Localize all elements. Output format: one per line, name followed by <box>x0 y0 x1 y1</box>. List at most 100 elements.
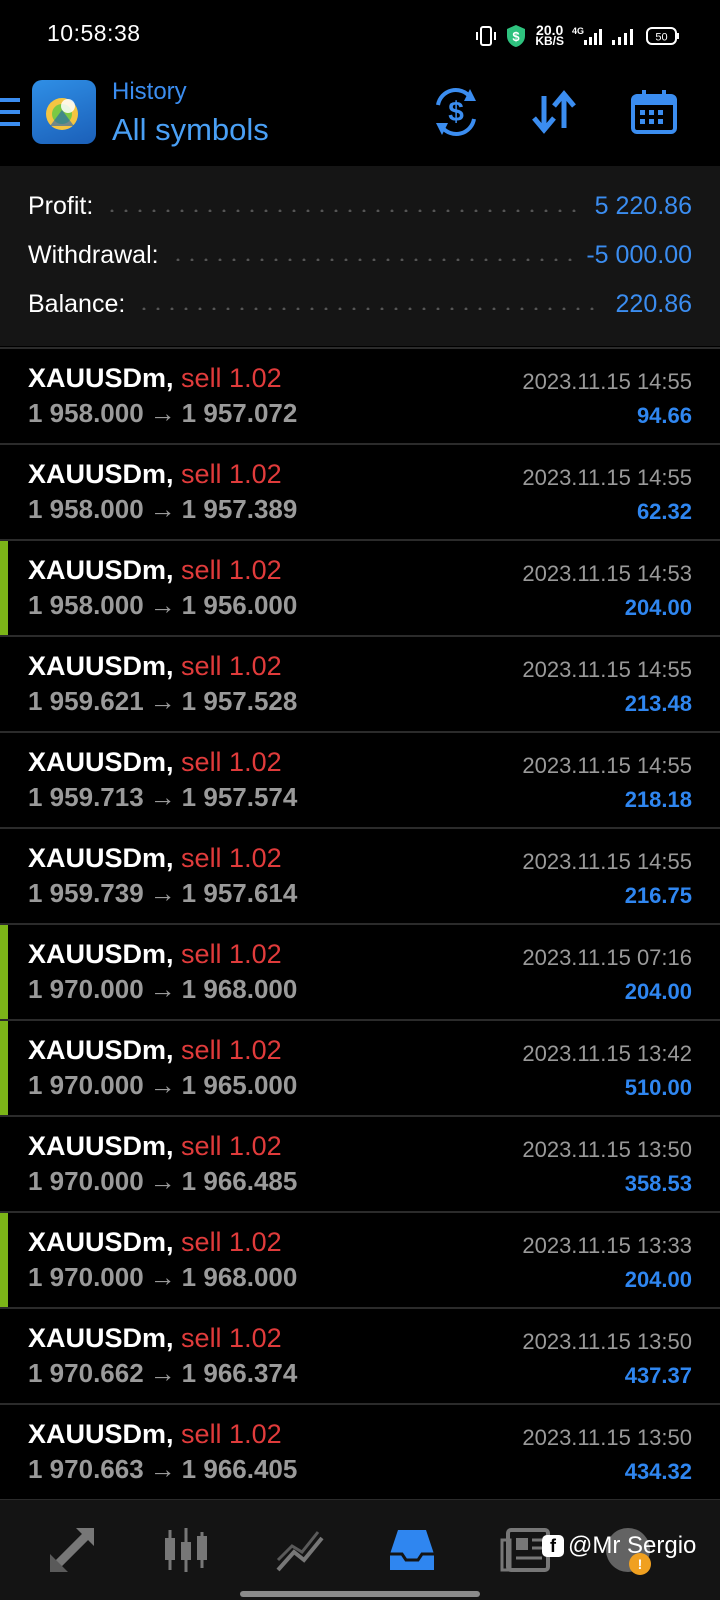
deal-profit: 204.00 <box>624 979 692 1004</box>
deal-symbol-line: XAUUSDm, sell 1.02 <box>28 1035 282 1066</box>
currency-exchange-icon[interactable]: $ <box>428 84 484 140</box>
arrow-right-icon: → <box>149 398 176 428</box>
deal-open-price: 1 970.662 <box>28 1358 144 1388</box>
deal-time: 2023.11.15 14:55 <box>522 753 692 778</box>
deal-close-price: 1 966.485 <box>181 1166 298 1196</box>
deal-open-price: 1 959.713 <box>28 782 144 812</box>
deal-symbol: XAUUSDm, <box>28 363 174 393</box>
deal-action: sell 1.02 <box>181 747 282 777</box>
deal-profit: 94.66 <box>636 403 692 428</box>
dotted-leader <box>137 306 604 310</box>
deal-close-price: 1 966.405 <box>181 1454 298 1484</box>
deal-row[interactable]: XAUUSDm, sell 1.02 1 958.000 → 1 957.072 202… <box>0 349 720 445</box>
deal-profit: 358.53 <box>624 1171 692 1196</box>
summary-withdrawal-value: -5 000.00 <box>586 240 692 269</box>
deal-action: sell 1.02 <box>181 459 282 489</box>
deal-profit: 62.32 <box>636 499 692 524</box>
svg-text:$: $ <box>448 96 464 127</box>
battery-icon: 50 <box>646 27 679 45</box>
deal-profit: 204.00 <box>624 1267 692 1292</box>
deal-prices: 1 970.662 → 1 966.374 <box>28 1358 297 1389</box>
trade-icon[interactable] <box>270 1520 330 1580</box>
deal-open-price: 1 959.621 <box>28 686 144 716</box>
deal-profit: 510.00 <box>624 1075 692 1100</box>
deal-symbol: XAUUSDm, <box>28 1131 174 1161</box>
deal-row[interactable]: XAUUSDm, sell 1.02 1 959.739 → 1 957.614 202… <box>0 829 720 925</box>
deal-row[interactable]: XAUUSDm, sell 1.02 1 959.621 → 1 957.528 202… <box>0 637 720 733</box>
deal-close-price: 1 957.389 <box>181 494 298 524</box>
deal-symbol-line: XAUUSDm, sell 1.02 <box>28 459 282 490</box>
deal-row[interactable]: XAUUSDm, sell 1.02 1 970.663 → 1 966.405 202… <box>0 1405 720 1500</box>
deal-symbol: XAUUSDm, <box>28 1323 174 1353</box>
summary-withdrawal-row: Withdrawal: -5 000.00 <box>28 235 692 275</box>
deal-prices: 1 970.663 → 1 966.405 <box>28 1454 297 1485</box>
deal-symbol: XAUUSDm, <box>28 555 174 585</box>
shield-dollar-icon: $ <box>507 25 526 47</box>
app-logo[interactable] <box>32 80 96 144</box>
arrow-right-icon: → <box>149 1262 176 1292</box>
deal-symbol-line: XAUUSDm, sell 1.02 <box>28 939 282 970</box>
deal-profit: 204.00 <box>624 595 692 620</box>
deal-prices: 1 959.739 → 1 957.614 <box>28 878 297 909</box>
deals-list[interactable]: XAUUSDm, sell 1.02 1 958.000 → 1 957.072 202… <box>0 347 720 1500</box>
header-subtitle: History <box>112 78 187 105</box>
chart-icon[interactable] <box>156 1520 216 1580</box>
summary-balance-label: Balance: <box>28 289 126 318</box>
deal-symbol-line: XAUUSDm, sell 1.02 <box>28 651 282 682</box>
deal-row[interactable]: XAUUSDm, sell 1.02 1 958.000 → 1 957.389 202… <box>0 445 720 541</box>
sort-icon[interactable] <box>526 84 582 140</box>
deal-prices: 1 970.000 → 1 968.000 <box>28 974 297 1005</box>
deal-row[interactable]: XAUUSDm, sell 1.02 1 959.713 → 1 957.574 202… <box>0 733 720 829</box>
deal-row[interactable]: XAUUSDm, sell 1.02 1 970.662 → 1 966.374 202… <box>0 1309 720 1405</box>
deal-profit: 218.18 <box>624 787 692 812</box>
deal-time: 2023.11.15 14:55 <box>522 369 692 394</box>
deal-row[interactable]: XAUUSDm, sell 1.02 1 970.000 → 1 965.000 202… <box>0 1021 720 1117</box>
summary-balance-value: 220.86 <box>615 289 692 318</box>
quotes-icon[interactable] <box>42 1520 102 1580</box>
deal-prices: 1 970.000 → 1 968.000 <box>28 1262 297 1293</box>
deal-prices: 1 958.000 → 1 957.389 <box>28 494 297 525</box>
deal-symbol: XAUUSDm, <box>28 939 174 969</box>
deal-prices: 1 958.000 → 1 956.000 <box>28 590 297 621</box>
vibrate-icon <box>476 26 497 46</box>
deal-action: sell 1.02 <box>181 1419 282 1449</box>
deal-close-price: 1 968.000 <box>181 974 298 1004</box>
summary-withdrawal-label: Withdrawal: <box>28 240 159 269</box>
deal-time: 2023.11.15 13:50 <box>522 1329 692 1354</box>
deal-time: 2023.11.15 14:55 <box>522 465 692 490</box>
arrow-right-icon: → <box>149 590 176 620</box>
deal-symbol-line: XAUUSDm, sell 1.02 <box>28 1227 282 1258</box>
deal-row[interactable]: XAUUSDm, sell 1.02 1 970.000 → 1 966.485 202… <box>0 1117 720 1213</box>
header-title[interactable]: All symbols <box>112 112 269 148</box>
deal-close-price: 1 957.072 <box>181 398 298 428</box>
deal-symbol: XAUUSDm, <box>28 1227 174 1257</box>
deal-time: 2023.11.15 13:42 <box>522 1041 692 1066</box>
summary-balance-row: Balance: 220.86 <box>28 284 692 324</box>
menu-icon[interactable] <box>0 98 22 130</box>
deal-time: 2023.11.15 13:50 <box>522 1137 692 1162</box>
history-icon[interactable] <box>382 1520 442 1580</box>
deal-open-price: 1 970.000 <box>28 1070 144 1100</box>
deal-open-price: 1 958.000 <box>28 398 144 428</box>
deal-close-price: 1 957.528 <box>181 686 298 716</box>
calendar-icon[interactable] <box>626 84 682 140</box>
deal-row[interactable]: XAUUSDm, sell 1.02 1 970.000 → 1 968.000 202… <box>0 925 720 1021</box>
deal-row[interactable]: XAUUSDm, sell 1.02 1 958.000 → 1 956.000 202… <box>0 541 720 637</box>
arrow-right-icon: → <box>149 878 176 908</box>
home-indicator[interactable] <box>240 1591 480 1597</box>
deal-profit: 434.32 <box>624 1459 692 1484</box>
deal-close-price: 1 957.614 <box>181 878 298 908</box>
deal-action: sell 1.02 <box>181 939 282 969</box>
deal-symbol: XAUUSDm, <box>28 459 174 489</box>
deal-close-price: 1 956.000 <box>181 590 298 620</box>
deal-profit: 216.75 <box>624 883 692 908</box>
deal-symbol-line: XAUUSDm, sell 1.02 <box>28 1419 282 1450</box>
deal-row[interactable]: XAUUSDm, sell 1.02 1 970.000 → 1 968.000 202… <box>0 1213 720 1309</box>
deal-time: 2023.11.15 13:50 <box>522 1425 692 1450</box>
deal-prices: 1 970.000 → 1 965.000 <box>28 1070 297 1101</box>
deal-close-price: 1 965.000 <box>181 1070 298 1100</box>
arrow-right-icon: → <box>149 1070 176 1100</box>
arrow-right-icon: → <box>149 686 176 716</box>
deal-symbol-line: XAUUSDm, sell 1.02 <box>28 843 282 874</box>
deal-symbol: XAUUSDm, <box>28 1419 174 1449</box>
